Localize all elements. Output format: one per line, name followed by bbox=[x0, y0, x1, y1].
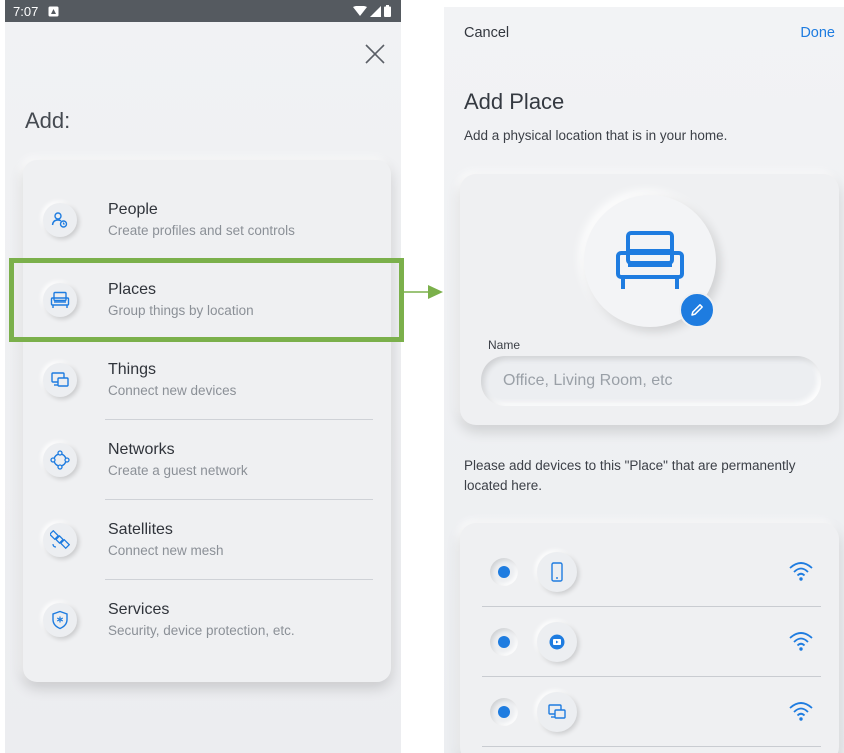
pencil-icon bbox=[691, 304, 703, 316]
menu-item-services[interactable]: Services Security, device protection, et… bbox=[23, 580, 391, 660]
menu-item-subtitle: Connect new mesh bbox=[108, 543, 224, 558]
shield-icon bbox=[43, 603, 77, 637]
name-label: Name bbox=[488, 338, 521, 352]
menu-item-people[interactable]: People Create profiles and set controls bbox=[23, 180, 391, 260]
add-title: Add: bbox=[25, 108, 71, 133]
menu-item-label: People bbox=[108, 201, 158, 218]
battery-icon bbox=[384, 5, 391, 17]
devices-note: Please add devices to this "Place" that … bbox=[464, 458, 796, 493]
place-details-card: Name bbox=[460, 174, 839, 425]
places-highlight-box bbox=[9, 258, 404, 342]
phone-icon bbox=[537, 552, 577, 592]
notification-icon bbox=[48, 6, 59, 16]
wifi-icon bbox=[789, 632, 813, 651]
device-select-radio[interactable] bbox=[490, 628, 518, 656]
menu-item-label: Networks bbox=[108, 441, 175, 458]
menu-item-things[interactable]: Things Connect new devices bbox=[23, 340, 391, 420]
done-button[interactable]: Done bbox=[800, 25, 835, 41]
status-time: 7:07 bbox=[13, 3, 39, 19]
menu-item-networks[interactable]: Networks Create a guest network bbox=[23, 420, 391, 500]
armchair-icon bbox=[616, 231, 684, 289]
page-subtitle: Add a physical location that is in your … bbox=[464, 128, 728, 143]
name-input[interactable] bbox=[481, 356, 821, 406]
close-icon[interactable] bbox=[361, 40, 389, 68]
divider bbox=[482, 746, 821, 747]
menu-item-label: Services bbox=[108, 601, 170, 618]
top-bar: Cancel Done bbox=[444, 25, 844, 45]
add-place-screen: Cancel Done Add Place Add a physical loc… bbox=[444, 7, 844, 753]
wifi-icon bbox=[789, 562, 813, 581]
menu-item-label: Things bbox=[108, 361, 157, 378]
device-select-radio[interactable] bbox=[490, 558, 518, 586]
devices-card bbox=[460, 523, 839, 753]
device-select-radio[interactable] bbox=[490, 698, 518, 726]
devices-icon bbox=[537, 692, 577, 732]
wifi-status-icon bbox=[353, 5, 367, 16]
arrow-right-icon bbox=[404, 285, 443, 299]
device-row[interactable] bbox=[460, 537, 839, 607]
device-row[interactable] bbox=[460, 607, 839, 677]
signal-icon bbox=[370, 5, 381, 17]
status-bar: 7:07 bbox=[5, 0, 401, 22]
add-screen: 7:07 Add: People Create profiles and set… bbox=[5, 0, 401, 753]
menu-item-subtitle: Security, device protection, etc. bbox=[108, 623, 295, 638]
add-menu-card: People Create profiles and set controls … bbox=[23, 160, 391, 682]
device-row[interactable] bbox=[460, 677, 839, 747]
media-icon bbox=[537, 622, 577, 662]
menu-item-subtitle: Create a guest network bbox=[108, 463, 248, 478]
devices-icon bbox=[43, 363, 77, 397]
menu-item-label: Satellites bbox=[108, 521, 173, 538]
page-title: Add Place bbox=[464, 89, 565, 114]
network-icon bbox=[43, 443, 77, 477]
menu-item-satellites[interactable]: Satellites Connect new mesh bbox=[23, 500, 391, 580]
menu-item-subtitle: Create profiles and set controls bbox=[108, 223, 295, 238]
satellite-icon bbox=[43, 523, 77, 557]
cancel-button[interactable]: Cancel bbox=[464, 25, 509, 41]
edit-photo-button[interactable] bbox=[679, 292, 715, 328]
wifi-icon bbox=[789, 702, 813, 721]
menu-item-subtitle: Connect new devices bbox=[108, 383, 237, 398]
people-icon bbox=[43, 203, 77, 237]
